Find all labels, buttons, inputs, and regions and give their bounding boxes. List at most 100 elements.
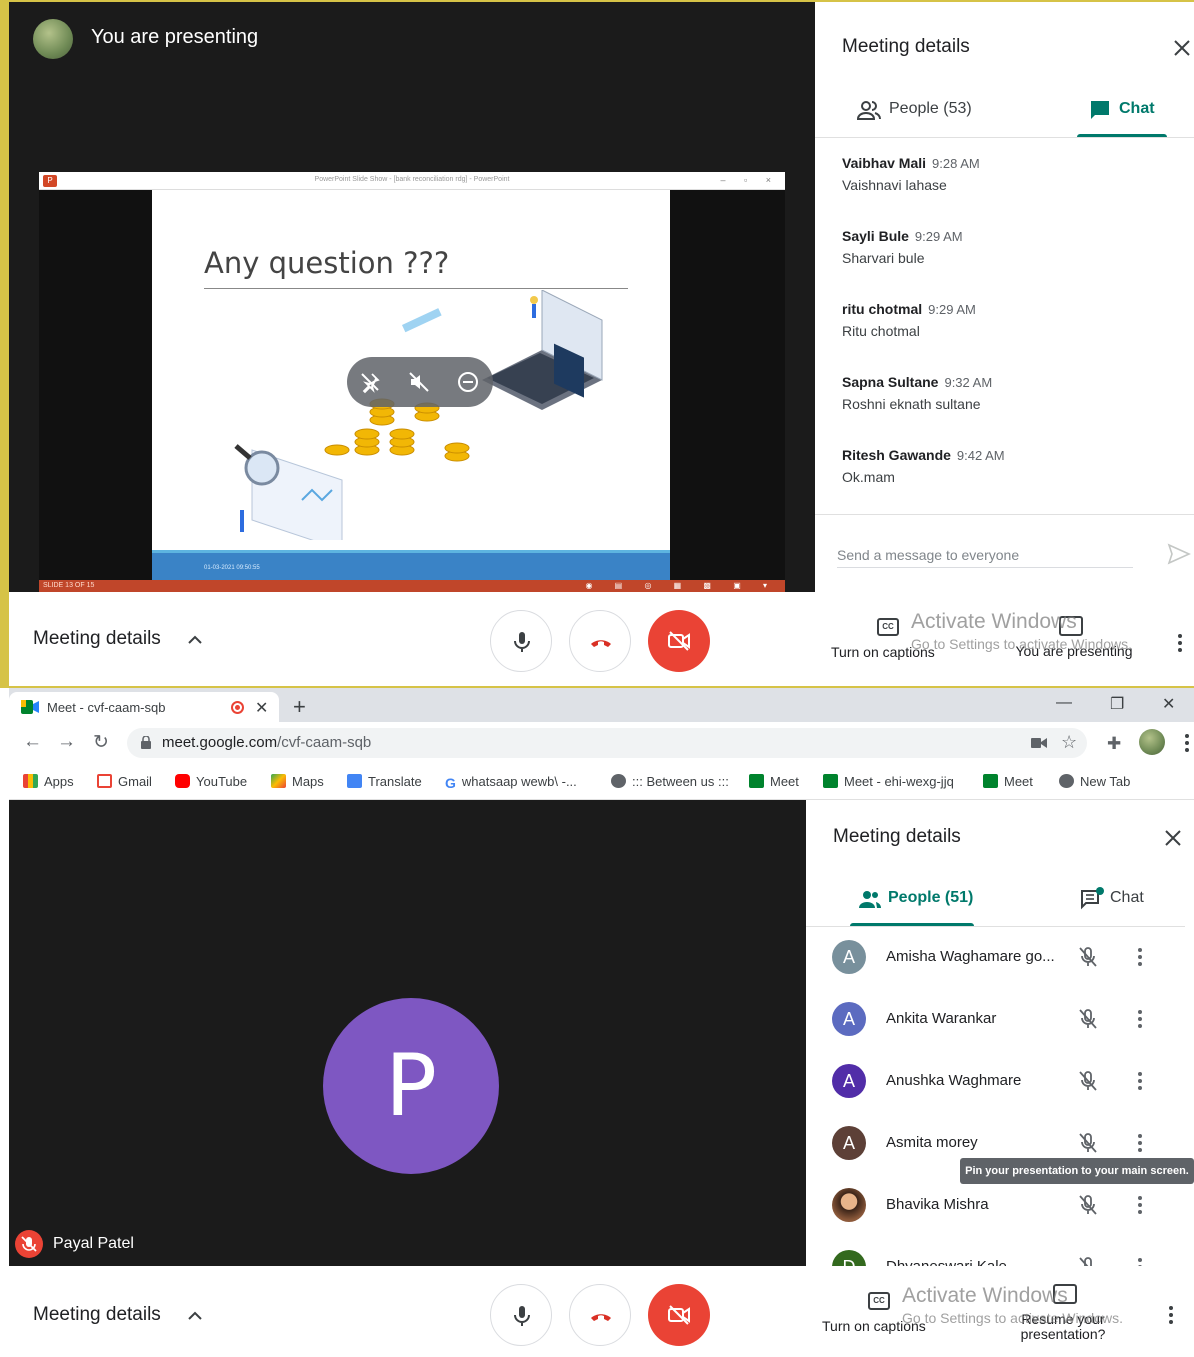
participant-name: Amisha Waghamare go... <box>886 948 1055 965</box>
camera-in-use-icon[interactable] <box>1031 737 1047 749</box>
browser-tab-active[interactable]: Meet - cvf-caam-sqb ✕ <box>9 692 279 722</box>
more-options-icon[interactable] <box>1168 1304 1174 1326</box>
profile-avatar[interactable] <box>1139 729 1165 755</box>
message-time: 9:28 AM <box>932 156 980 171</box>
tab-chat[interactable]: Chat <box>1080 879 1170 919</box>
remove-icon[interactable] <box>456 370 480 394</box>
chat-message-input[interactable]: Send a message to everyone <box>837 542 1133 568</box>
message-time: 9:32 AM <box>944 375 993 390</box>
chat-icon <box>1091 101 1109 119</box>
mic-off-icon[interactable] <box>1076 1193 1100 1217</box>
mute-audio-icon[interactable] <box>407 370 431 394</box>
closed-captions-icon: CC <box>868 1292 890 1310</box>
chevron-up-icon[interactable] <box>185 1306 205 1326</box>
participant-row[interactable]: D Dhyaneswari Kale <box>806 1236 1185 1266</box>
message-time: 9:29 AM <box>928 302 976 317</box>
participant-avatar: D <box>832 1250 866 1266</box>
message-sender: Vaibhav Mali <box>842 155 927 171</box>
bookmark-translate[interactable]: Translate <box>347 774 422 789</box>
participant-name: Payal Patel <box>53 1235 134 1252</box>
bookmark-label: Maps <box>292 774 324 789</box>
meeting-control-bar: Meeting details CC Turn on captions Resu… <box>9 1266 1194 1357</box>
restore-icon[interactable]: ❐ <box>1110 694 1124 714</box>
slideshow-controls[interactable]: ◉ ▤ ◎ ▦ ▩ ▣ ▾ <box>585 581 777 590</box>
minimize-icon[interactable]: — <box>1056 694 1072 712</box>
url-text: meet.google.com/cvf-caam-sqb <box>162 734 371 751</box>
tile-hover-controls <box>347 357 493 407</box>
new-tab-icon[interactable]: + <box>293 694 306 720</box>
bookmark-star-icon[interactable]: ☆ <box>1061 732 1077 753</box>
mic-off-icon[interactable] <box>1076 1131 1100 1155</box>
mic-off-icon[interactable] <box>1076 1007 1100 1031</box>
tab-chat-label: Chat <box>1110 889 1144 906</box>
mic-off-icon[interactable] <box>1076 945 1100 969</box>
slide-title-rule <box>204 288 628 289</box>
participant-name: Anushka Waghmare <box>886 1072 1022 1089</box>
chrome-menu-icon[interactable] <box>1184 732 1190 754</box>
mic-off-icon[interactable] <box>1076 1069 1100 1093</box>
tab-chat-label: Chat <box>1119 100 1155 117</box>
meeting-details-label[interactable]: Meeting details <box>33 1304 161 1326</box>
bookmark-meet[interactable]: Meet <box>749 774 799 789</box>
window-controls[interactable]: – ▫ × <box>721 175 779 185</box>
presenter-avatar <box>33 19 73 59</box>
bookmark-meet-ehi[interactable]: Meet - ehi-wexg-jjq <box>823 774 954 789</box>
bookmark-youtube[interactable]: YouTube <box>175 774 247 789</box>
more-options-icon[interactable] <box>1137 1256 1143 1266</box>
bookmark-gmail[interactable]: Gmail <box>97 774 152 789</box>
address-bar[interactable]: meet.google.com/cvf-caam-sqb ☆ <box>127 728 1087 758</box>
window-close-icon[interactable]: ✕ <box>1162 694 1175 714</box>
tab-title: Meet - cvf-caam-sqb <box>47 700 166 715</box>
meeting-details-label[interactable]: Meeting details <box>33 628 161 650</box>
bookmark-maps[interactable]: Maps <box>271 774 324 789</box>
back-icon[interactable]: ← <box>23 731 42 753</box>
leave-call-button[interactable] <box>569 610 631 672</box>
tab-people[interactable]: People (53) <box>857 90 997 130</box>
more-options-icon[interactable] <box>1137 1132 1143 1154</box>
bookmark-between-us[interactable]: ::: Between us ::: <box>611 774 729 789</box>
send-icon[interactable] <box>1167 542 1191 566</box>
mic-off-icon[interactable] <box>1076 1255 1100 1266</box>
more-options-icon[interactable] <box>1137 1070 1143 1092</box>
chat-message: Sayli Bule 9:29 AM Sharvari bule <box>842 228 963 266</box>
participant-row[interactable]: A Amisha Waghamare go... <box>806 926 1185 988</box>
chevron-up-icon[interactable] <box>185 630 205 650</box>
bookmark-meet-2[interactable]: Meet <box>983 774 1033 789</box>
leave-call-button[interactable] <box>569 1284 631 1346</box>
participant-avatar: A <box>832 940 866 974</box>
reload-icon[interactable]: ↻ <box>93 731 109 754</box>
camera-off-button[interactable] <box>648 1284 710 1346</box>
bookmark-whatsapp[interactable]: Gwhatsaap wewb\ -... <box>445 774 577 791</box>
microphone-button[interactable] <box>490 1284 552 1346</box>
chat-message: Ritesh Gawande 9:42 AM Ok.mam <box>842 447 1005 485</box>
tab-people[interactable]: People (51) <box>858 879 998 919</box>
camera-off-button[interactable] <box>648 610 710 672</box>
close-icon[interactable] <box>1161 826 1185 850</box>
participant-row[interactable]: A Ankita Warankar <box>806 988 1185 1050</box>
bookmark-apps[interactable]: Apps <box>23 774 74 789</box>
tab-close-icon[interactable]: ✕ <box>255 698 268 718</box>
bookmark-label: ::: Between us ::: <box>632 774 729 789</box>
apps-grid-icon <box>23 774 38 788</box>
participant-name: Dhyaneswari Kale <box>886 1258 1007 1266</box>
forward-icon[interactable]: → <box>57 731 76 753</box>
extensions-icon[interactable]: ✚ <box>1107 734 1121 754</box>
close-icon[interactable] <box>1170 36 1194 60</box>
participant-name: Bhavika Mishra <box>886 1196 989 1213</box>
more-options-icon[interactable] <box>1137 946 1143 968</box>
more-options-icon[interactable] <box>1137 1008 1143 1030</box>
pin-off-icon[interactable] <box>358 370 382 394</box>
translate-icon <box>347 774 362 788</box>
slideshow-statusbar: SLIDE 13 OF 15 ◉ ▤ ◎ ▦ ▩ ▣ ▾ <box>39 580 785 592</box>
more-options-icon[interactable] <box>1177 632 1183 654</box>
participant-avatar: P <box>323 998 499 1174</box>
more-options-icon[interactable] <box>1137 1194 1143 1216</box>
lock-icon[interactable] <box>141 736 151 749</box>
hangup-icon <box>591 1314 611 1321</box>
tab-chat[interactable]: Chat <box>1089 90 1179 130</box>
bookmark-new-tab[interactable]: New Tab <box>1059 774 1130 789</box>
microphone-button[interactable] <box>490 610 552 672</box>
tab-people-label: People (53) <box>889 100 972 117</box>
chat-unread-icon <box>1081 887 1104 910</box>
participant-row[interactable]: A Anushka Waghmare <box>806 1050 1185 1112</box>
